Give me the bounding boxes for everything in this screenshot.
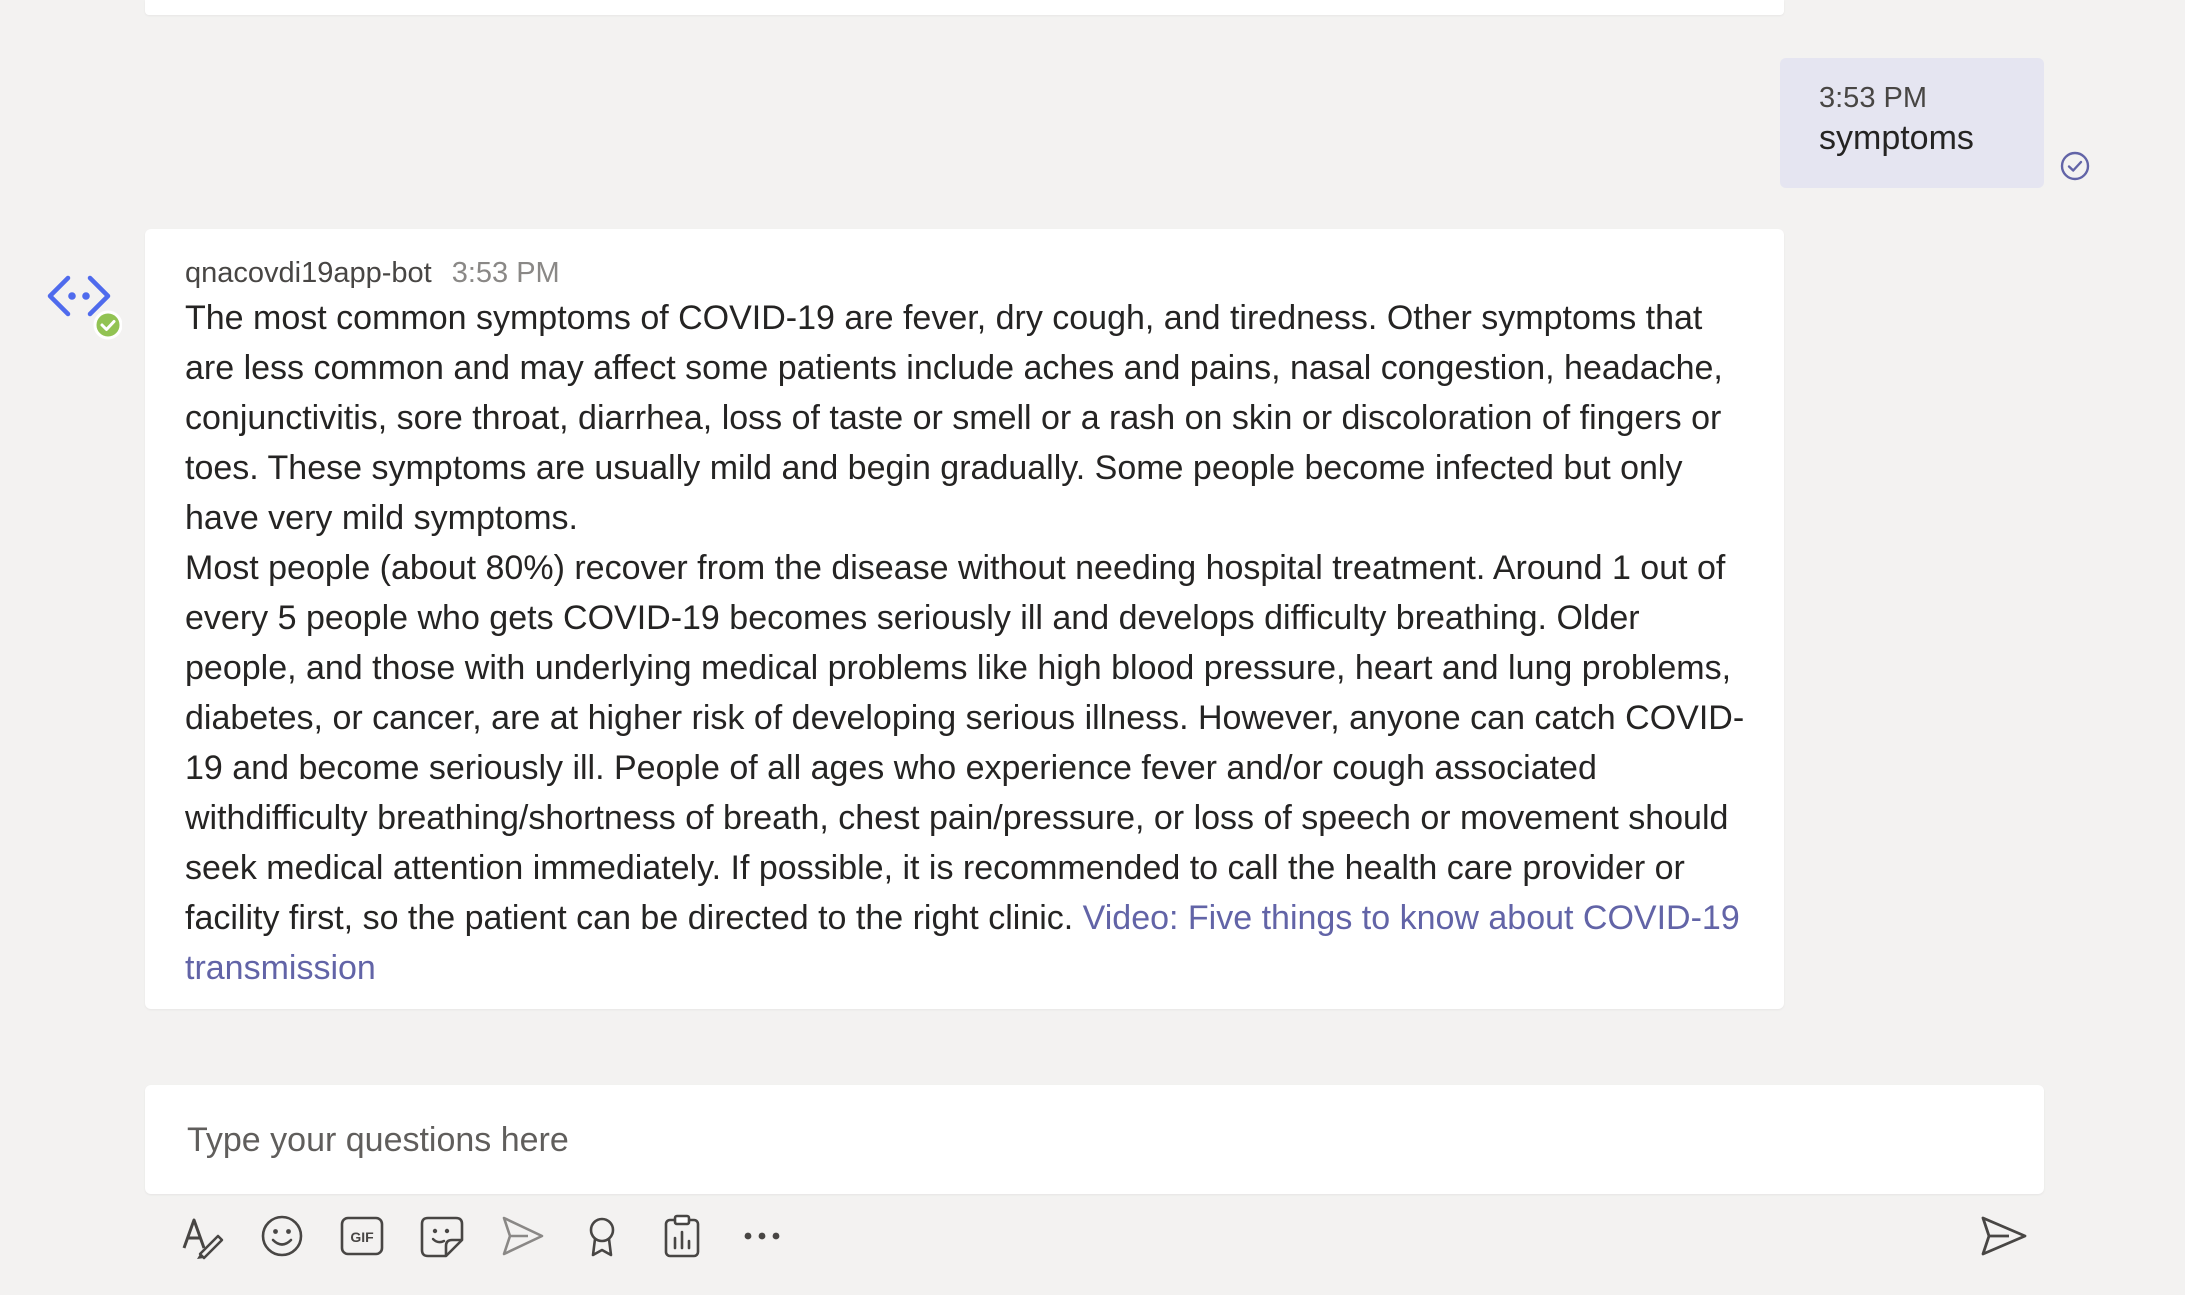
praise-button[interactable] (578, 1210, 626, 1262)
gif-button[interactable]: GIF (338, 1210, 386, 1262)
format-button[interactable] (178, 1210, 226, 1262)
compose-box[interactable] (145, 1085, 2044, 1196)
clipboard-icon (664, 1214, 700, 1258)
bot-message-paragraph-with-link: Most people (about 80%) recover from the… (185, 543, 1750, 993)
user-message-time: 3:53 PM (1819, 82, 1927, 114)
bot-message-time: 3:53 PM (451, 257, 560, 289)
bot-message-paragraph: The most common symptoms of COVID-19 are… (185, 299, 1723, 537)
sticker-icon (420, 1216, 464, 1258)
svg-text:GIF: GIF (350, 1229, 374, 1245)
bot-message-body: The most common symptoms of COVID-19 are… (185, 293, 1750, 993)
emoji-button[interactable] (258, 1210, 306, 1262)
bot-message-paragraph-text: Most people (about 80%) recover from the… (185, 549, 1745, 937)
bot-message-card[interactable]: qnacovdi19app-bot 3:53 PM The most common… (145, 229, 1784, 1009)
previous-message-card (145, 0, 1784, 15)
chat-pane: 3:53 PM symptoms qnacovdi19app-bot 3:53 P… (0, 0, 2185, 1295)
format-icon (182, 1218, 224, 1260)
bot-avatar[interactable] (46, 272, 122, 342)
send-button[interactable] (1975, 1210, 2031, 1262)
send-icon (1981, 1216, 2027, 1256)
praise-icon (589, 1217, 615, 1257)
bot-message-header: qnacovdi19app-bot 3:53 PM (185, 253, 1744, 293)
meet-now-button[interactable] (498, 1210, 546, 1262)
user-message-bubble[interactable]: 3:53 PM symptoms (1780, 58, 2044, 188)
user-message-text: symptoms (1819, 119, 1974, 157)
meet-now-icon (502, 1216, 544, 1256)
more-options-button[interactable] (738, 1210, 786, 1262)
bot-code-icon (47, 275, 122, 340)
sticker-button[interactable] (418, 1210, 466, 1262)
bot-sender-name: qnacovdi19app-bot (185, 257, 432, 289)
more-options-icon (744, 1232, 780, 1240)
read-check-icon (2059, 150, 2091, 182)
clipboard-button[interactable] (658, 1210, 706, 1262)
message-input[interactable] (185, 1085, 2008, 1196)
emoji-icon (261, 1215, 303, 1257)
gif-icon: GIF (340, 1216, 384, 1256)
